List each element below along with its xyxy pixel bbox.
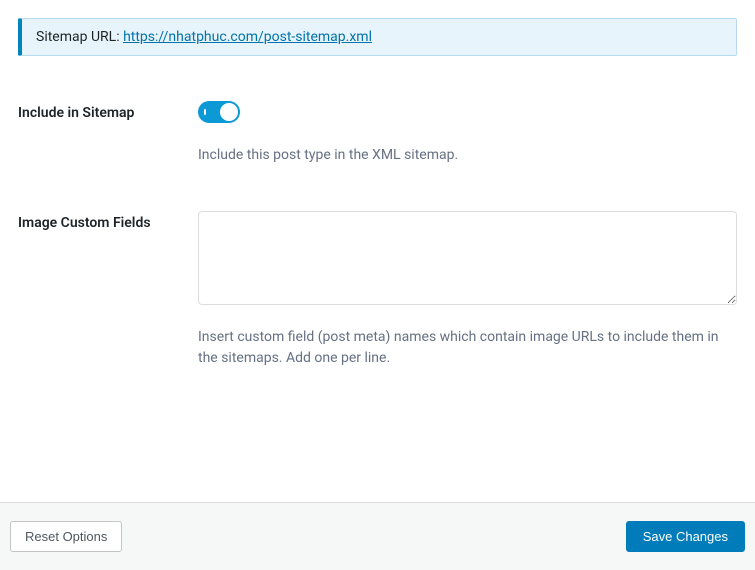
include-in-sitemap-row: Include in Sitemap Include this post typ… [18, 101, 737, 166]
save-changes-button[interactable]: Save Changes [626, 521, 745, 552]
notice-label: Sitemap URL: [36, 29, 123, 45]
include-sitemap-description: Include this post type in the XML sitema… [198, 145, 737, 166]
image-custom-fields-label: Image Custom Fields [18, 211, 198, 369]
sitemap-url-link[interactable]: https://nhatphuc.com/post-sitemap.xml [123, 29, 372, 45]
reset-options-button[interactable]: Reset Options [10, 521, 122, 552]
image-custom-fields-description: Insert custom field (post meta) names wh… [198, 327, 737, 369]
image-custom-fields-row: Image Custom Fields Insert custom field … [18, 211, 737, 369]
image-custom-fields-textarea[interactable] [198, 211, 737, 305]
sitemap-url-notice: Sitemap URL: https://nhatphuc.com/post-s… [18, 18, 737, 56]
include-sitemap-label: Include in Sitemap [18, 101, 198, 166]
footer-bar: Reset Options Save Changes [0, 502, 755, 570]
include-sitemap-toggle[interactable] [198, 101, 240, 123]
